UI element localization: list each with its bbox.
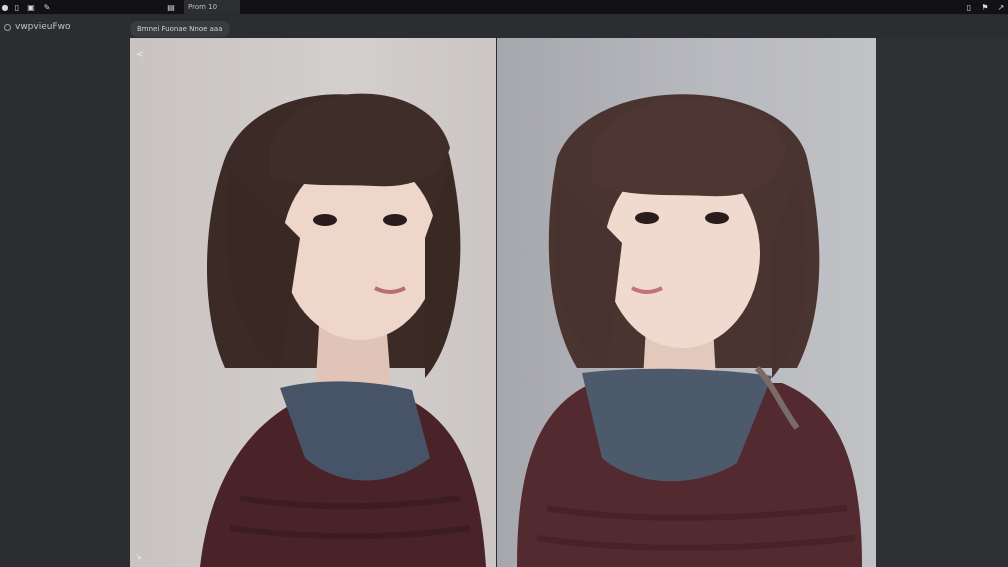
pin-icon[interactable]: ↗ (996, 2, 1006, 12)
resize-handle-icon[interactable]: ↘ (135, 552, 142, 561)
window-icon[interactable]: ▯ (964, 2, 974, 12)
flag-icon[interactable]: ⚑ (980, 2, 990, 12)
rec-icon[interactable]: ● (0, 2, 10, 12)
right-image-panel[interactable] (497, 38, 876, 567)
status-icon (4, 23, 11, 31)
doc-icon[interactable]: ▯ (12, 2, 22, 12)
pen-icon[interactable]: ✎ (42, 2, 52, 12)
back-icon[interactable]: < (136, 50, 144, 60)
tab-label: Prom 10 (188, 3, 218, 11)
tab-active[interactable]: Prom 10 (184, 0, 240, 14)
media-icon[interactable]: ▣ (26, 2, 36, 12)
title-bar: ● ▯ ▣ ✎ ▤ Prom 10 ▯ ⚑ ↗ (0, 0, 1008, 15)
portrait-left-image (200, 93, 486, 567)
portrait-right-image (517, 94, 862, 567)
breadcrumb[interactable]: Bmnei Fuonae Nnoe aaa (130, 21, 230, 37)
left-image-panel[interactable] (130, 38, 496, 567)
sidebar-title: vwpvieuFwo (15, 22, 71, 32)
sidebar-header[interactable]: vwpvieuFwo (4, 22, 71, 32)
tab-icon[interactable]: ▤ (166, 2, 176, 12)
empty-canvas-area (876, 38, 1008, 567)
resize-label: ↘ (135, 552, 142, 561)
back-label: < (136, 50, 144, 60)
breadcrumb-text: Bmnei Fuonae Nnoe aaa (137, 25, 223, 33)
